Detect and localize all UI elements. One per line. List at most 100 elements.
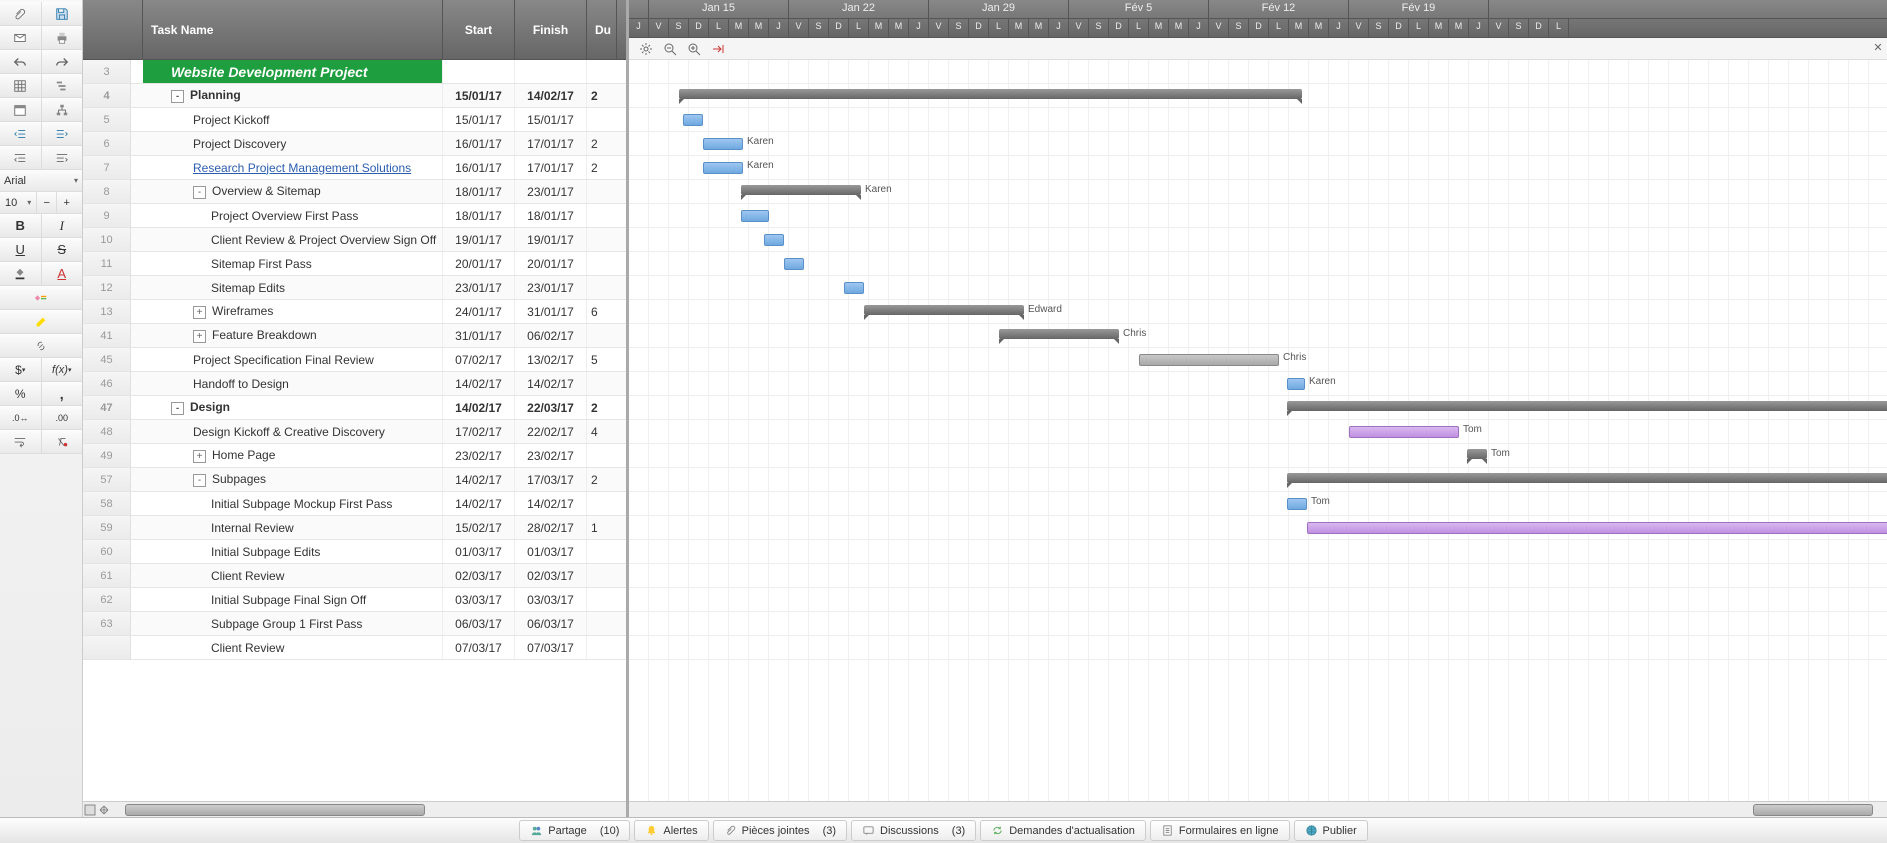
expand-toggle[interactable]: + bbox=[193, 306, 206, 319]
gantt-bar[interactable] bbox=[1287, 473, 1887, 483]
gantt-bar[interactable] bbox=[1307, 522, 1887, 534]
start-cell[interactable]: 01/03/17 bbox=[443, 540, 515, 563]
gantt-bar[interactable] bbox=[764, 234, 784, 246]
undo-button[interactable] bbox=[0, 50, 42, 73]
start-cell[interactable]: 14/02/17 bbox=[443, 468, 515, 491]
task-name-cell[interactable]: Initial Subpage Mockup First Pass bbox=[143, 492, 443, 515]
font-increase[interactable]: + bbox=[56, 192, 76, 213]
task-link[interactable]: Research Project Management Solutions bbox=[193, 161, 411, 175]
duration-cell[interactable]: 2 bbox=[587, 468, 617, 491]
duration-cell[interactable]: 2 bbox=[587, 132, 617, 155]
start-cell[interactable]: 20/01/17 bbox=[443, 252, 515, 275]
expand-toggle[interactable]: + bbox=[193, 450, 206, 463]
task-row[interactable]: 7Research Project Management Solutions16… bbox=[83, 156, 626, 180]
task-name-cell[interactable]: Initial Subpage Final Sign Off bbox=[143, 588, 443, 611]
indent-button[interactable] bbox=[42, 122, 83, 145]
duration-cell[interactable]: 1 bbox=[587, 516, 617, 539]
task-row[interactable]: 58Initial Subpage Mockup First Pass14/02… bbox=[83, 492, 626, 516]
row-number[interactable]: 11 bbox=[83, 252, 131, 275]
start-cell[interactable]: 16/01/17 bbox=[443, 132, 515, 155]
row-number[interactable]: 6 bbox=[83, 132, 131, 155]
text-color-button[interactable]: A bbox=[42, 262, 83, 285]
task-name-cell[interactable]: +Wireframes bbox=[143, 300, 443, 323]
conditional-format-button[interactable] bbox=[0, 286, 82, 309]
task-row[interactable]: 6Project Discovery16/01/1717/01/172 bbox=[83, 132, 626, 156]
duration-cell[interactable] bbox=[587, 228, 617, 251]
duration-cell[interactable]: 6 bbox=[587, 300, 617, 323]
row-number[interactable]: 58 bbox=[83, 492, 131, 515]
task-row[interactable]: 12Sitemap Edits23/01/1723/01/17 bbox=[83, 276, 626, 300]
row-number[interactable] bbox=[83, 636, 131, 659]
task-name-cell[interactable]: Sitemap Edits bbox=[143, 276, 443, 299]
gantt-bar[interactable] bbox=[741, 185, 861, 195]
task-name-cell[interactable]: Subpage Group 1 First Pass bbox=[143, 612, 443, 635]
task-name-cell[interactable]: Research Project Management Solutions bbox=[143, 156, 443, 179]
currency-button[interactable]: $▾ bbox=[0, 358, 42, 381]
start-cell[interactable]: 23/02/17 bbox=[443, 444, 515, 467]
task-name-cell[interactable]: +Home Page bbox=[143, 444, 443, 467]
finish-cell[interactable]: 23/02/17 bbox=[515, 444, 587, 467]
task-row[interactable]: 48Design Kickoff & Creative Discovery17/… bbox=[83, 420, 626, 444]
finish-cell[interactable]: 03/03/17 bbox=[515, 588, 587, 611]
row-number[interactable]: 41 bbox=[83, 324, 131, 347]
task-row[interactable]: 57-Subpages14/02/1717/03/172 bbox=[83, 468, 626, 492]
gantt-bar[interactable] bbox=[679, 89, 1302, 99]
finish-cell[interactable] bbox=[515, 60, 587, 83]
row-number[interactable]: 13 bbox=[83, 300, 131, 323]
finish-cell[interactable]: 06/03/17 bbox=[515, 612, 587, 635]
font-size[interactable]: 10 bbox=[0, 197, 22, 209]
expand-toggle[interactable]: - bbox=[171, 90, 184, 103]
task-name-cell[interactable]: -Overview & Sitemap bbox=[143, 180, 443, 203]
indent2-button[interactable] bbox=[42, 146, 83, 169]
start-cell[interactable]: 19/01/17 bbox=[443, 228, 515, 251]
start-cell[interactable]: 16/01/17 bbox=[443, 156, 515, 179]
task-row[interactable]: 46Handoff to Design14/02/1714/02/17 bbox=[83, 372, 626, 396]
row-number[interactable]: 10 bbox=[83, 228, 131, 251]
link-button2[interactable] bbox=[0, 334, 82, 357]
decimal-increase-button[interactable]: .0↔ bbox=[0, 406, 42, 429]
gantt-bar[interactable] bbox=[683, 114, 703, 126]
font-selector[interactable]: Arial▾ bbox=[0, 170, 82, 192]
start-cell[interactable]: 24/01/17 bbox=[443, 300, 515, 323]
gantt-bar[interactable] bbox=[1349, 426, 1459, 438]
col-header-du[interactable]: Du bbox=[587, 0, 617, 59]
duration-cell[interactable] bbox=[587, 60, 617, 83]
finish-cell[interactable]: 17/01/17 bbox=[515, 156, 587, 179]
task-row[interactable]: 8-Overview & Sitemap18/01/1723/01/17 bbox=[83, 180, 626, 204]
finish-cell[interactable]: 14/02/17 bbox=[515, 492, 587, 515]
finish-cell[interactable]: 17/03/17 bbox=[515, 468, 587, 491]
gantt-bar[interactable] bbox=[1287, 378, 1305, 390]
duration-cell[interactable] bbox=[587, 372, 617, 395]
finish-cell[interactable]: 19/01/17 bbox=[515, 228, 587, 251]
task-row[interactable]: Client Review07/03/1707/03/17 bbox=[83, 636, 626, 660]
finish-cell[interactable]: 23/01/17 bbox=[515, 180, 587, 203]
decimal-decrease-button[interactable]: .00 bbox=[42, 406, 83, 429]
start-cell[interactable]: 14/02/17 bbox=[443, 372, 515, 395]
finish-cell[interactable]: 17/01/17 bbox=[515, 132, 587, 155]
row-number[interactable]: 5 bbox=[83, 108, 131, 131]
underline-button[interactable]: U bbox=[0, 238, 42, 261]
task-row[interactable]: 45Project Specification Final Review07/0… bbox=[83, 348, 626, 372]
gantt-bar[interactable] bbox=[1139, 354, 1279, 366]
discussions-tab[interactable]: Discussions (3) bbox=[851, 820, 976, 841]
start-cell[interactable]: 14/02/17 bbox=[443, 492, 515, 515]
task-row[interactable]: 10Client Review & Project Overview Sign … bbox=[83, 228, 626, 252]
duration-cell[interactable] bbox=[587, 612, 617, 635]
duration-cell[interactable] bbox=[587, 180, 617, 203]
calendar-button[interactable] bbox=[0, 98, 42, 121]
percent-button[interactable]: % bbox=[0, 382, 42, 405]
finish-cell[interactable]: 18/01/17 bbox=[515, 204, 587, 227]
publish-tab[interactable]: Publier bbox=[1294, 820, 1368, 841]
outdent-button[interactable] bbox=[0, 122, 42, 145]
row-number[interactable]: 46 bbox=[83, 372, 131, 395]
task-name-cell[interactable]: Sitemap First Pass bbox=[143, 252, 443, 275]
finish-cell[interactable]: 14/02/17 bbox=[515, 372, 587, 395]
gantt-bar[interactable] bbox=[741, 210, 769, 222]
task-name-cell[interactable]: Project Kickoff bbox=[143, 108, 443, 131]
gantt-bar[interactable] bbox=[1467, 449, 1487, 459]
italic-button[interactable]: I bbox=[42, 214, 83, 237]
duration-cell[interactable] bbox=[587, 204, 617, 227]
start-cell[interactable]: 18/01/17 bbox=[443, 204, 515, 227]
start-cell[interactable] bbox=[443, 60, 515, 83]
task-name-cell[interactable]: Design Kickoff & Creative Discovery bbox=[143, 420, 443, 443]
